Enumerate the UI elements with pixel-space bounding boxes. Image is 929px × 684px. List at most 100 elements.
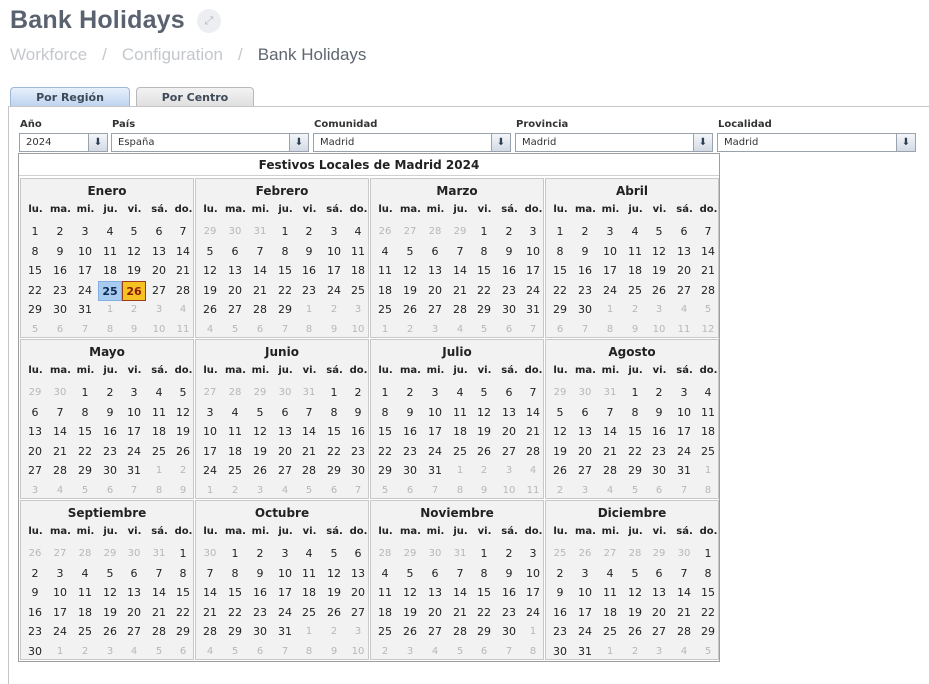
calendar-day[interactable]: 13 (423, 583, 447, 603)
calendar-day[interactable]: 27 (23, 461, 47, 481)
calendar-day[interactable]: 6 (346, 544, 370, 564)
calendar-day[interactable]: 5 (248, 403, 272, 423)
calendar-day[interactable]: 26 (398, 622, 422, 642)
calendar-day[interactable]: 18 (623, 261, 647, 281)
calendar-day[interactable]: 27 (223, 300, 247, 320)
calendar-day[interactable]: 28 (521, 442, 545, 462)
calendar-day[interactable]: 8 (548, 242, 572, 262)
calendar-day[interactable]: 20 (23, 442, 47, 462)
calendar-day[interactable]: 25 (346, 281, 370, 301)
calendar-day[interactable]: 2 (497, 544, 521, 564)
calendar-day[interactable]: 9 (48, 242, 72, 262)
calendar-day[interactable]: 20 (223, 281, 247, 301)
calendar-day[interactable]: 15 (322, 422, 346, 442)
calendar-day[interactable]: 31 (672, 461, 696, 481)
calendar-day[interactable]: 8 (322, 403, 346, 423)
calendar-day[interactable]: 31 (122, 461, 146, 481)
calendar-day[interactable]: 16 (297, 261, 321, 281)
calendar-day[interactable]: 16 (548, 603, 572, 623)
calendar-day[interactable]: 2 (398, 383, 422, 403)
calendar-day[interactable]: 27 (273, 461, 297, 481)
calendar-day[interactable]: 1 (171, 544, 195, 564)
calendar-day[interactable]: 16 (346, 422, 370, 442)
calendar-day[interactable]: 23 (346, 442, 370, 462)
calendar-day[interactable]: 24 (322, 281, 346, 301)
calendar-day[interactable]: 5 (122, 222, 146, 242)
calendar-day[interactable]: 4 (448, 383, 472, 403)
calendar-day[interactable]: 7 (696, 222, 720, 242)
calendar-day[interactable]: 25 (373, 300, 397, 320)
calendar-day[interactable]: 11 (223, 422, 247, 442)
tab-por-centro[interactable]: Por Centro (136, 87, 254, 107)
calendar-day[interactable]: 29 (223, 622, 247, 642)
calendar-day[interactable]: 24 (273, 603, 297, 623)
calendar-day[interactable]: 1 (696, 544, 720, 564)
calendar-day[interactable]: 23 (297, 281, 321, 301)
calendar-day[interactable]: 24 (423, 442, 447, 462)
calendar-day[interactable]: 6 (497, 383, 521, 403)
calendar-day[interactable]: 8 (23, 242, 47, 262)
calendar-day[interactable]: 2 (98, 383, 122, 403)
calendar-day[interactable]: 18 (147, 422, 171, 442)
calendar-day[interactable]: 6 (423, 242, 447, 262)
calendar-day[interactable]: 22 (322, 442, 346, 462)
calendar-day[interactable]: 23 (647, 442, 671, 462)
calendar-day[interactable]: 20 (147, 261, 171, 281)
calendar-day[interactable]: 30 (23, 642, 47, 662)
calendar-day[interactable]: 4 (147, 383, 171, 403)
calendar-day[interactable]: 26 (472, 442, 496, 462)
calendar-day[interactable]: 19 (322, 583, 346, 603)
calendar-day[interactable]: 12 (398, 261, 422, 281)
calendar-day[interactable]: 31 (521, 300, 545, 320)
calendar-day[interactable]: 13 (23, 422, 47, 442)
calendar-day[interactable]: 6 (647, 564, 671, 584)
calendar-day[interactable]: 20 (423, 281, 447, 301)
calendar-day[interactable]: 8 (472, 242, 496, 262)
dropdown-arrow-icon[interactable]: ⬇ (896, 134, 915, 151)
dropdown-arrow-icon[interactable]: ⬇ (693, 134, 712, 151)
calendar-day[interactable]: 10 (672, 403, 696, 423)
calendar-day[interactable]: 9 (248, 564, 272, 584)
calendar-day[interactable]: 14 (672, 583, 696, 603)
calendar-day[interactable]: 26 (548, 461, 572, 481)
calendar-day[interactable]: 9 (548, 583, 572, 603)
calendar-day[interactable]: 26 (322, 603, 346, 623)
province-select[interactable]: Madrid ⬇ (515, 133, 713, 152)
calendar-day[interactable]: 1 (472, 544, 496, 564)
calendar-day[interactable]: 19 (472, 422, 496, 442)
calendar-day[interactable]: 22 (273, 281, 297, 301)
calendar-day[interactable]: 23 (248, 603, 272, 623)
calendar-day[interactable]: 17 (521, 583, 545, 603)
calendar-day[interactable]: 17 (672, 422, 696, 442)
calendar-day[interactable]: 12 (548, 422, 572, 442)
calendar-day[interactable]: 14 (48, 422, 72, 442)
calendar-day[interactable]: 25 (223, 461, 247, 481)
calendar-day[interactable]: 12 (198, 261, 222, 281)
calendar-day[interactable]: 10 (273, 564, 297, 584)
calendar-day[interactable]: 24 (198, 461, 222, 481)
calendar-day[interactable]: 18 (73, 603, 97, 623)
calendar-day[interactable]: 9 (647, 403, 671, 423)
calendar-day[interactable]: 5 (198, 242, 222, 262)
calendar-day[interactable]: 10 (521, 242, 545, 262)
calendar-day[interactable]: 28 (448, 300, 472, 320)
calendar-day[interactable]: 26 (98, 622, 122, 642)
calendar-day[interactable]: 15 (373, 422, 397, 442)
calendar-day[interactable]: 14 (198, 583, 222, 603)
calendar-day[interactable]: 17 (48, 603, 72, 623)
calendar-day[interactable]: 7 (297, 403, 321, 423)
calendar-day[interactable]: 21 (297, 442, 321, 462)
calendar-day[interactable]: 7 (448, 564, 472, 584)
calendar-day[interactable]: 2 (48, 222, 72, 242)
calendar-day[interactable]: 17 (598, 261, 622, 281)
calendar-day[interactable]: 2 (346, 383, 370, 403)
breadcrumb-configuration[interactable]: Configuration (122, 45, 223, 65)
calendar-day[interactable]: 16 (398, 422, 422, 442)
calendar-day[interactable]: 5 (472, 383, 496, 403)
calendar-day[interactable]: 3 (198, 403, 222, 423)
calendar-day[interactable]: 29 (623, 461, 647, 481)
calendar-day[interactable]: 22 (373, 442, 397, 462)
calendar-day-holiday[interactable]: 26 (122, 280, 146, 301)
calendar-day[interactable]: 17 (573, 603, 597, 623)
calendar-day[interactable]: 17 (521, 261, 545, 281)
